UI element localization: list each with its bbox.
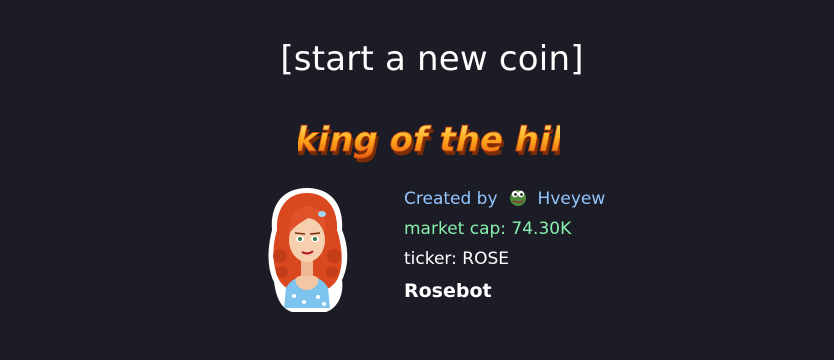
market-cap-text: market cap: 74.30K <box>404 219 572 239</box>
ticker-text: ticker: ROSE <box>404 249 509 269</box>
king-of-the-hill-text: king of the hill <box>298 120 560 160</box>
coin-card[interactable]: Created by Hveyew market cap: 74.30K tic… <box>262 184 642 316</box>
coin-name: Rosebot <box>404 280 492 302</box>
creator-username-link[interactable]: Hveyew <box>538 189 606 209</box>
king-of-the-hill-logo: king of the hill king of the hill <box>298 120 560 164</box>
pepe-frog-icon <box>509 190 526 206</box>
start-new-coin-link[interactable]: [start a new coin] <box>0 36 834 82</box>
created-by-row: Created by Hveyew <box>404 184 644 214</box>
created-by-label: Created by <box>404 189 498 209</box>
coin-info: Created by Hveyew market cap: 74.30K tic… <box>404 184 644 306</box>
coin-image[interactable] <box>262 184 352 314</box>
